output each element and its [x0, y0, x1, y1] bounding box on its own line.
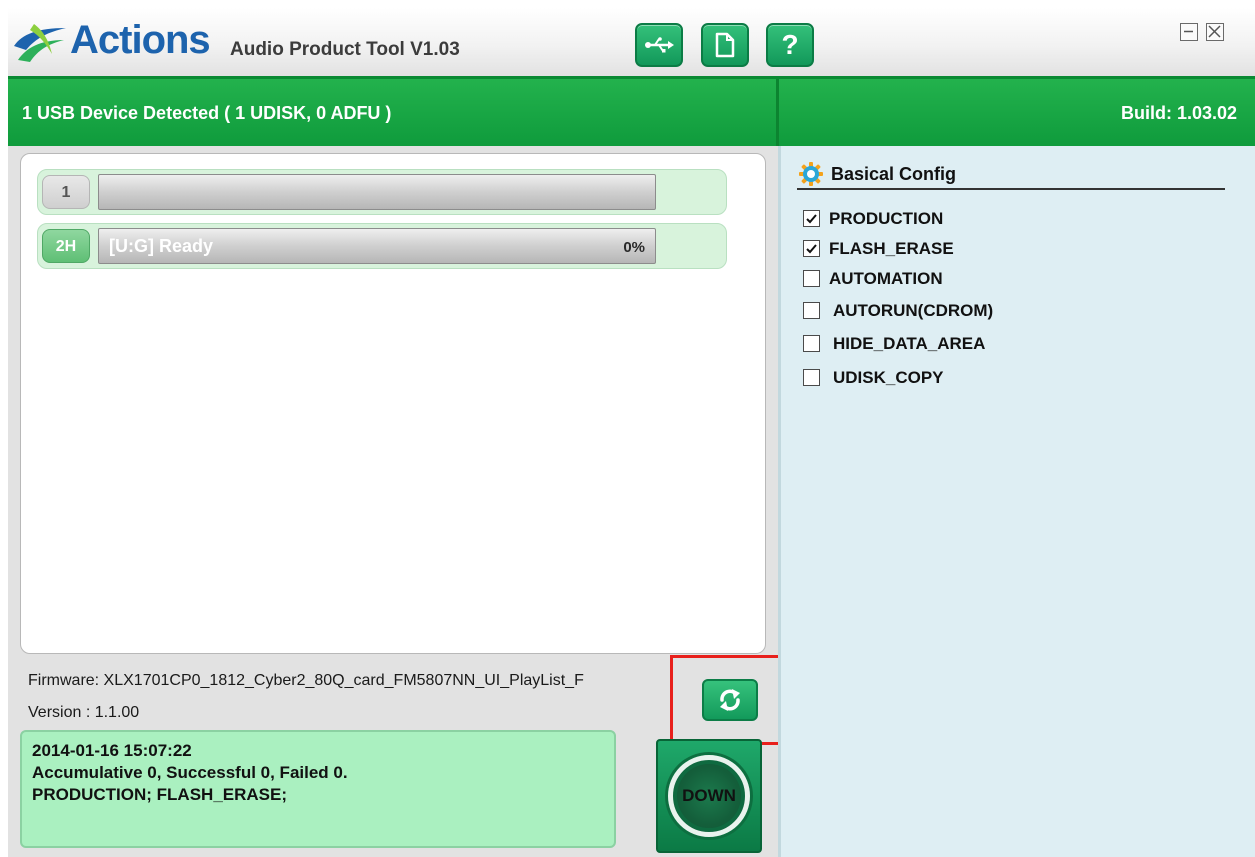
- config-title: Basical Config: [831, 164, 957, 184]
- device-row[interactable]: 2H [U:G] Ready 0%: [37, 223, 727, 269]
- actions-logo-icon: [14, 24, 66, 62]
- status-bar: 1 USB Device Detected ( 1 UDISK, 0 ADFU …: [8, 76, 1255, 149]
- download-button[interactable]: DOWN: [656, 739, 762, 853]
- device-progress-bar: [98, 174, 656, 210]
- automation-checkbox[interactable]: [803, 270, 820, 287]
- download-ring-icon: DOWN: [668, 755, 750, 837]
- config-item-label: FLASH_ERASE: [829, 239, 954, 258]
- hide-data-area-checkbox[interactable]: [803, 335, 820, 352]
- config-item-label: HIDE_DATA_AREA: [833, 334, 986, 353]
- autorun-cdrom-checkbox[interactable]: [803, 302, 820, 319]
- device-progress-bar: [U:G] Ready 0%: [98, 228, 656, 264]
- device-index-badge: 2H: [42, 229, 90, 263]
- download-button-label: DOWN: [682, 786, 736, 805]
- app-title: Audio Product Tool V1.03: [230, 39, 460, 60]
- production-checkbox[interactable]: [803, 210, 820, 227]
- status-divider: [776, 79, 779, 149]
- checkmark-icon: [806, 214, 817, 224]
- config-item-label: AUTOMATION: [829, 269, 943, 288]
- title-bar: Actions Audio Product Tool V1.03 ?: [8, 8, 1255, 76]
- log-panel: 2014-01-16 15:07:22 Accumulative 0, Succ…: [20, 730, 616, 848]
- device-row[interactable]: 1: [37, 169, 727, 215]
- log-summary: Accumulative 0, Successful 0, Failed 0.: [32, 763, 348, 782]
- device-count-status: 1 USB Device Detected ( 1 UDISK, 0 ADFU …: [22, 103, 392, 123]
- firmware-label: Firmware: XLX1701CP0_1812_Cyber2_80Q_car…: [28, 672, 584, 689]
- app-window: Actions Audio Product Tool V1.03 ? 1 USB…: [8, 8, 1255, 857]
- close-button[interactable]: [1206, 23, 1224, 41]
- gear-icon: [799, 162, 823, 186]
- minimize-icon: [1184, 30, 1193, 33]
- device-panel: 1 2H [U:G] Ready 0% Firmware: XLX1701CP0…: [8, 146, 798, 857]
- log-config: PRODUCTION; FLASH_ERASE;: [32, 785, 288, 804]
- refresh-icon: [720, 689, 740, 711]
- version-label: Version : 1.1.00: [28, 704, 140, 721]
- device-list: 1 2H [U:G] Ready 0%: [20, 153, 766, 654]
- help-question-icon: ?: [781, 29, 799, 60]
- document-icon: [715, 32, 735, 58]
- usb-icon: [645, 37, 674, 53]
- help-button[interactable]: ?: [766, 23, 814, 67]
- device-status-text: [U:G] Ready: [109, 236, 214, 256]
- minimize-button[interactable]: [1180, 23, 1198, 41]
- refresh-firmware-button[interactable]: [702, 679, 758, 721]
- config-item-label: PRODUCTION: [829, 209, 944, 228]
- close-icon: [1208, 25, 1221, 38]
- flash-erase-checkbox[interactable]: [803, 240, 820, 257]
- log-timestamp: 2014-01-16 15:07:22: [32, 741, 192, 760]
- brand-name: Actions: [70, 18, 211, 62]
- build-version: Build: 1.03.02: [1120, 103, 1237, 123]
- config-header: Basical Config: [797, 158, 1225, 190]
- udisk-copy-checkbox[interactable]: [803, 369, 820, 386]
- checkmark-icon: [806, 244, 817, 254]
- device-progress-percent: 0%: [623, 239, 645, 256]
- usb-button[interactable]: [635, 23, 683, 67]
- device-index-badge: 1: [42, 175, 90, 209]
- open-file-button[interactable]: [701, 23, 749, 67]
- config-item-label: AUTORUN(CDROM): [833, 301, 994, 320]
- config-panel: Basical Config PRODUCTION FLASH_ERASE AU…: [778, 146, 1255, 857]
- config-item-label: UDISK_COPY: [833, 368, 944, 387]
